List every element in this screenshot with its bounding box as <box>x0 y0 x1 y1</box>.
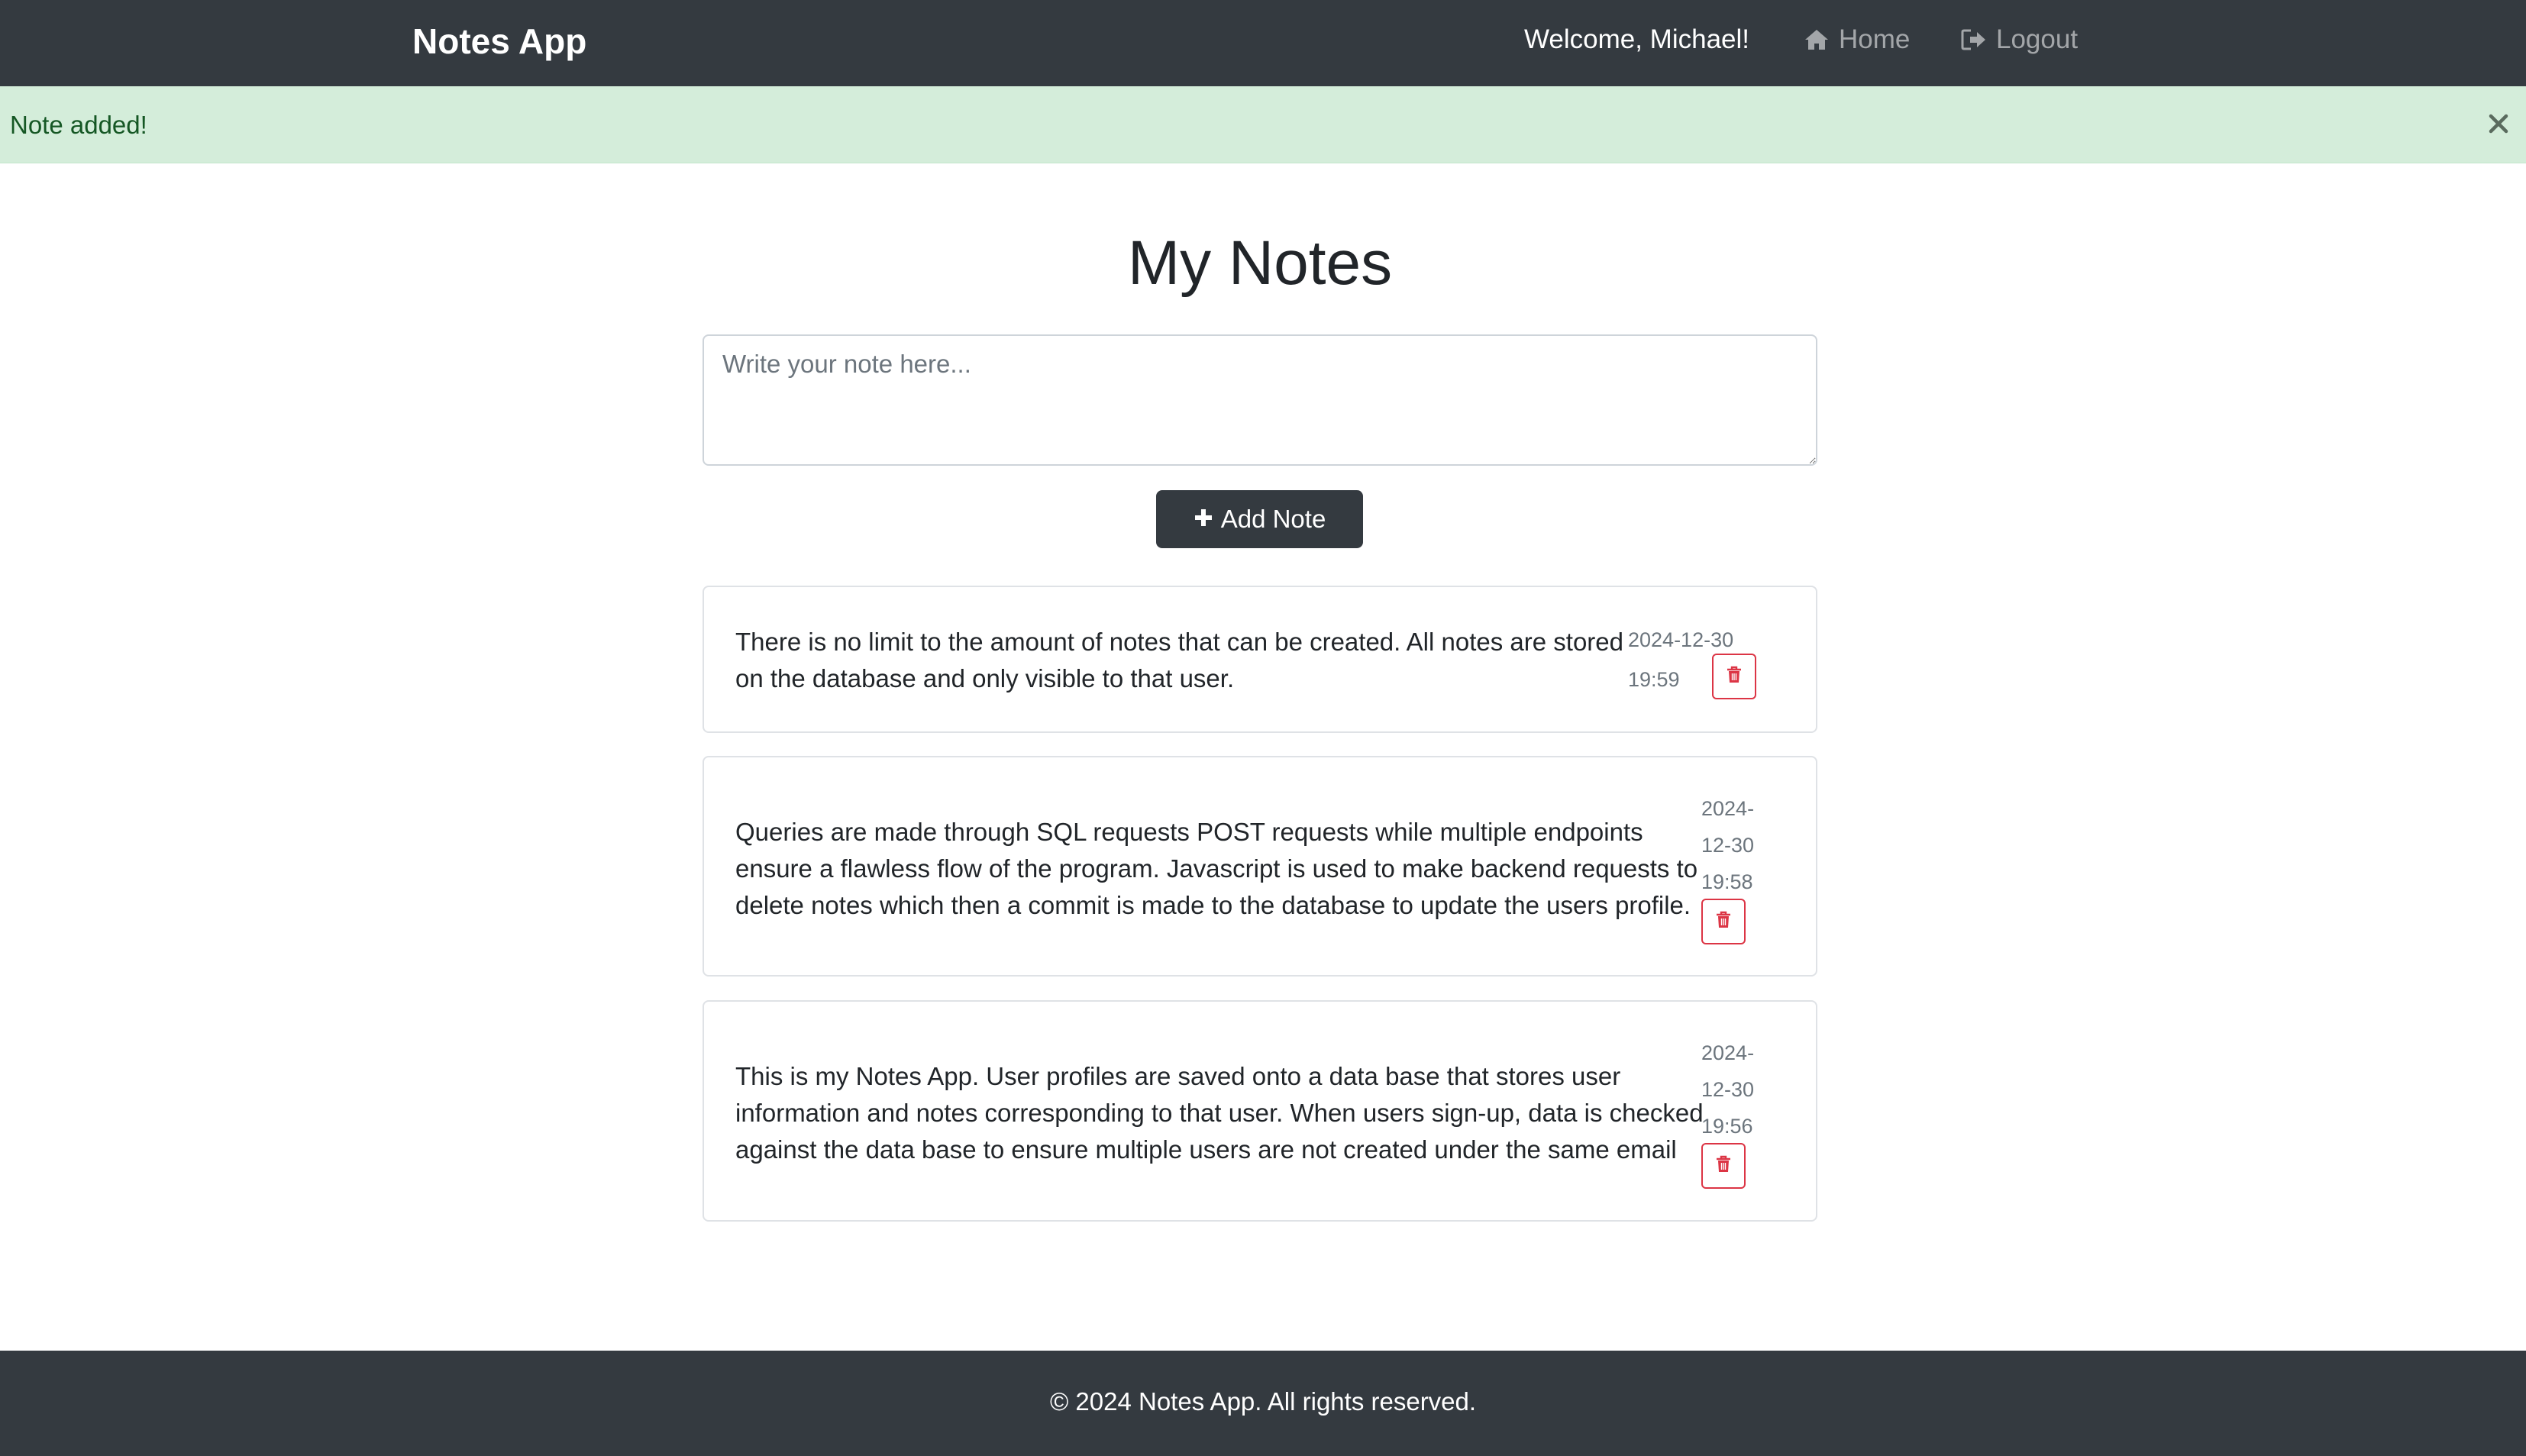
welcome-text: Welcome, Michael! <box>1524 24 1750 54</box>
note-text-line: against the data base to ensure multiple… <box>735 1135 1677 1164</box>
navbar: Notes App Welcome, Michael! Home Logout <box>0 0 2526 86</box>
plus-icon <box>1194 505 1213 534</box>
nav-logout-link[interactable]: Logout <box>1961 0 2078 79</box>
delete-note-button[interactable] <box>1712 654 1756 699</box>
note-date-line: 19:56 <box>1701 1115 1753 1138</box>
trash-icon <box>1715 1155 1732 1177</box>
home-icon <box>1804 28 1830 51</box>
nav-logout-label: Logout <box>1996 24 2079 54</box>
note-timestamp: 2024- 12-30 19:56 <box>1701 1035 1754 1144</box>
note-timestamp: 2024- 12-30 19:58 <box>1701 790 1754 900</box>
note-card: This is my Notes App. User profiles are … <box>703 1000 1817 1222</box>
footer-copyright: © 2024 Notes App. All rights reserved. <box>1049 1387 1477 1416</box>
note-text: This is my Notes App. User profiles are … <box>735 1058 1704 1168</box>
note-textarea[interactable] <box>703 334 1817 466</box>
trash-icon <box>1726 666 1743 688</box>
note-text-line: ensure a flawless flow of the program. J… <box>735 854 1698 883</box>
alert-message: Note added! <box>10 111 147 139</box>
page-title: My Notes <box>1127 228 1393 298</box>
note-card: There is no limit to the amount of notes… <box>703 586 1817 733</box>
success-alert: Note added! <box>0 86 2526 163</box>
note-date-line: 2024- <box>1701 1041 1755 1064</box>
note-date-line: 12-30 <box>1701 834 1755 857</box>
note-date-line: 2024- <box>1701 797 1755 820</box>
note-text: There is no limit to the amount of notes… <box>735 624 1623 697</box>
close-icon <box>2489 114 2508 137</box>
delete-note-button[interactable] <box>1701 1143 1746 1189</box>
add-note-button[interactable]: Add Note <box>1156 490 1363 548</box>
alert-close-button[interactable] <box>2483 110 2514 140</box>
brand-logo[interactable]: Notes App <box>412 0 586 82</box>
delete-note-button[interactable] <box>1701 899 1746 944</box>
note-card: Queries are made through SQL requests PO… <box>703 756 1817 977</box>
trash-icon <box>1715 911 1732 933</box>
note-date-line: 12-30 <box>1701 1078 1755 1101</box>
sign-out-icon <box>1961 28 1987 51</box>
note-text-line: This is my Notes App. User profiles are … <box>735 1062 1621 1090</box>
nav-home-label: Home <box>1839 24 1911 54</box>
nav-home-link[interactable]: Home <box>1804 0 1910 79</box>
add-note-label: Add Note <box>1220 505 1326 533</box>
note-text-line: delete notes which then a commit is made… <box>735 891 1691 919</box>
note-text-line: information and notes corresponding to t… <box>735 1099 1704 1127</box>
note-date-line: 19:58 <box>1701 870 1753 893</box>
note-text-line: Queries are made through SQL requests PO… <box>735 818 1643 846</box>
footer: © 2024 Notes App. All rights reserved. <box>0 1351 2526 1456</box>
note-text-line: There is no limit to the amount of notes… <box>735 628 1623 656</box>
note-text-line: on the database and only visible to that… <box>735 664 1235 692</box>
note-text: Queries are made through SQL requests PO… <box>735 814 1697 924</box>
